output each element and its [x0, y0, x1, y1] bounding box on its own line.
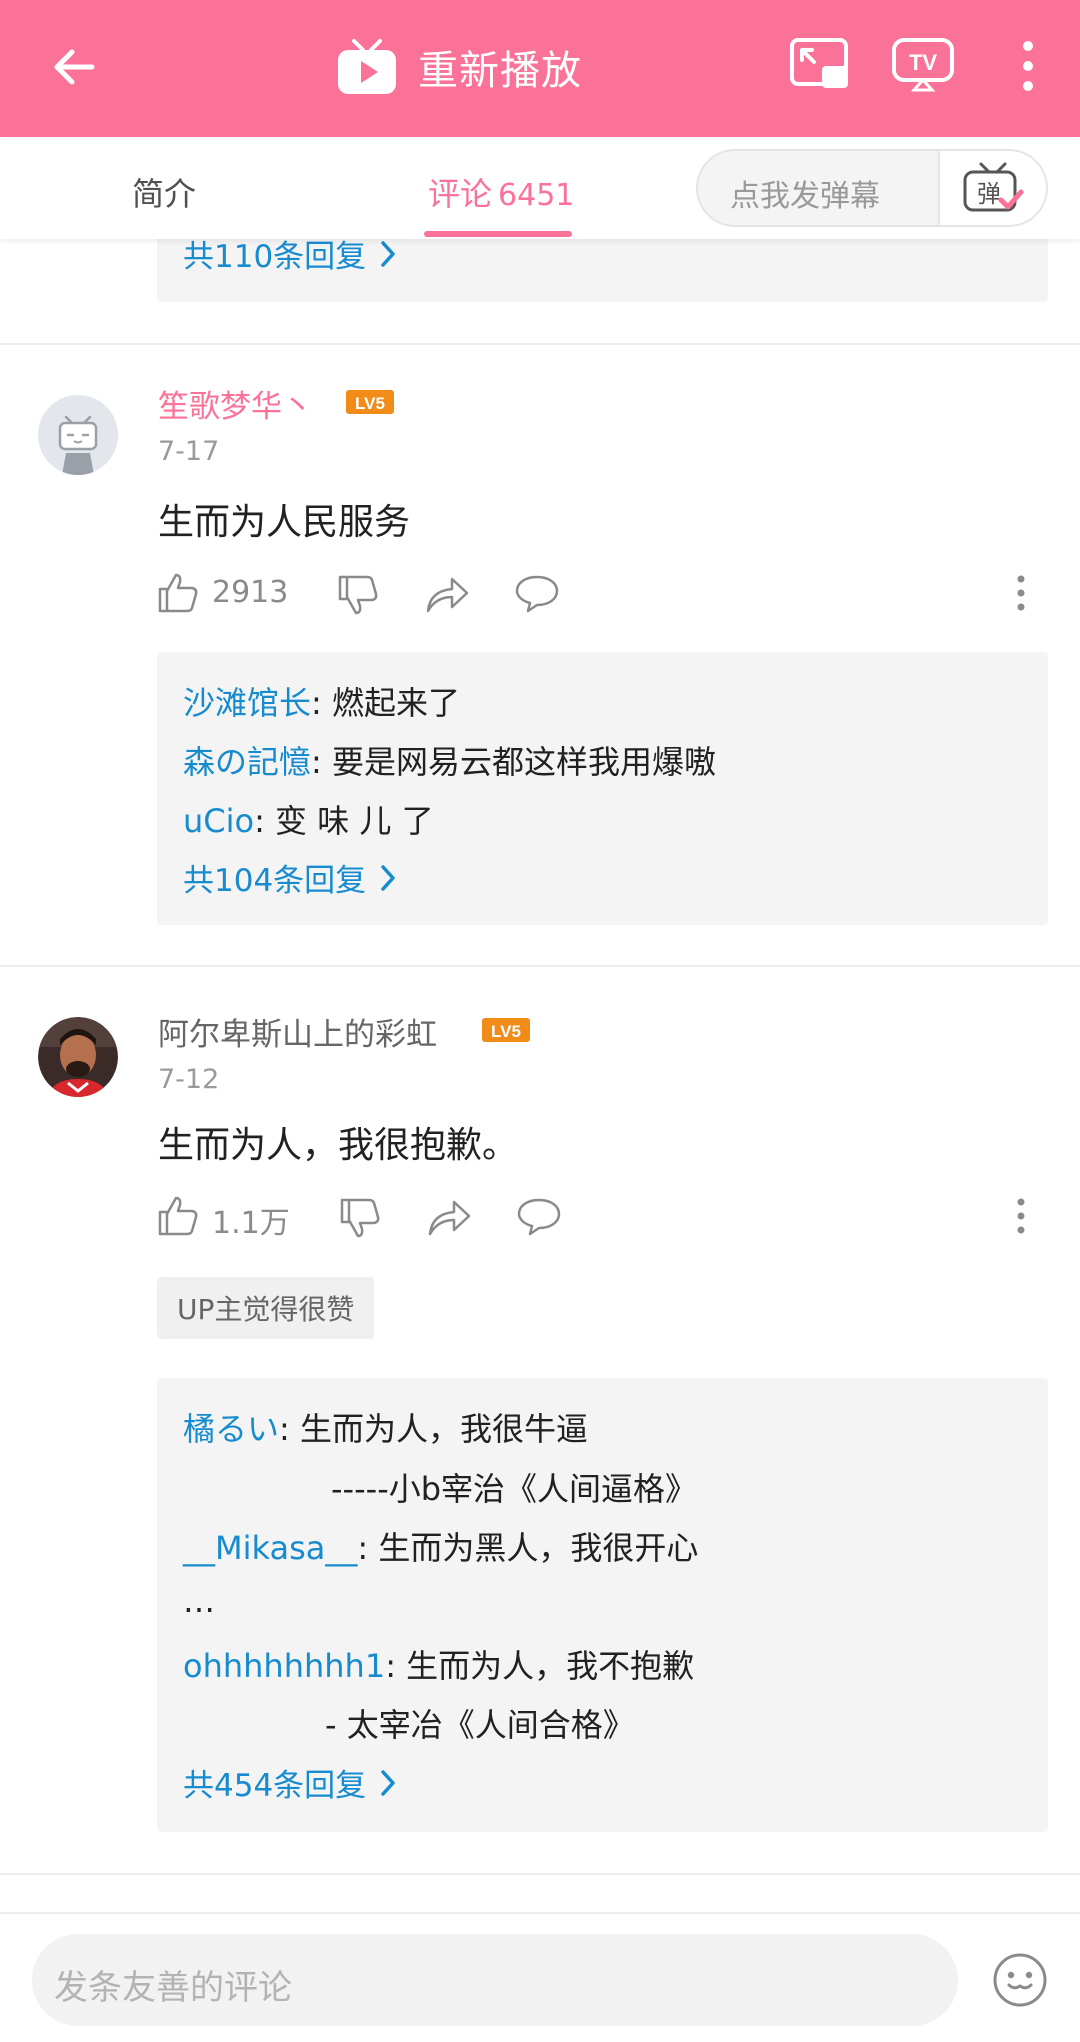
more-replies-link[interactable]: 共454条回复: [183, 1760, 396, 1805]
comment-username[interactable]: 笙歌梦华丶: [158, 381, 313, 426]
reply-bubble-icon[interactable]: [516, 1196, 562, 1238]
danmaku-input[interactable]: 点我发弹幕 弹: [696, 149, 1048, 227]
level-badge-icon: LV5: [482, 1018, 530, 1042]
tab-comments-count: 6451: [498, 178, 575, 213]
comment-input-placeholder: 发条友善的评论: [54, 1968, 292, 2008]
avatar[interactable]: [38, 395, 118, 475]
reply-item: -----小b宰治《人间逼格》: [331, 1464, 697, 1510]
comment-input[interactable]: 发条友善的评论: [32, 1934, 958, 2026]
dislike-icon[interactable]: [338, 1196, 382, 1240]
reply-text: : 生而为黑人，我很开心: [357, 1529, 699, 1567]
default-avatar-icon: [38, 395, 118, 475]
reply-preview-box[interactable]: 沙滩馆长: 燃起来了 森の記憶: 要是网易云都这样我用爆嗷 uCio: 变 味 …: [157, 652, 1048, 925]
like-count: 1.1万: [212, 1206, 290, 1241]
reply-text: …: [183, 1582, 215, 1620]
reply-username[interactable]: uCio: [183, 802, 254, 840]
comment-content[interactable]: 生而为人，我很抱歉。: [158, 1116, 518, 1168]
share-icon[interactable]: [426, 1196, 472, 1240]
reply-item: ohhhhhhhh1: 生而为人，我不抱歉: [183, 1641, 694, 1687]
reply-item: 橘るい: 生而为人，我很牛逼: [183, 1404, 588, 1450]
emoji-icon[interactable]: [992, 1952, 1048, 2008]
comment-date: 7-17: [158, 436, 220, 467]
comment-date: 7-12: [158, 1064, 220, 1095]
picture-in-picture-icon[interactable]: [790, 38, 850, 90]
divider: [0, 343, 1080, 345]
reply-text: : 变 味 儿 了: [254, 802, 434, 840]
like-icon[interactable]: [156, 571, 200, 615]
more-replies-text: 共454条回复: [183, 1768, 367, 1804]
top-app-bar: 重新播放 TV: [0, 0, 1080, 137]
comment-username[interactable]: 阿尔卑斯山上的彩虹: [158, 1009, 437, 1054]
chevron-right-icon: [381, 240, 395, 267]
svg-text:弹: 弹: [977, 180, 1001, 208]
tab-comments[interactable]: 评论 6451: [428, 169, 574, 215]
replay-button[interactable]: 重新播放: [336, 34, 582, 100]
reply-username[interactable]: ohhhhhhhh1: [183, 1647, 385, 1685]
like-count: 2913: [212, 575, 289, 610]
tab-active-indicator: [424, 231, 572, 237]
danmaku-placeholder: 点我发弹幕: [730, 179, 880, 214]
svg-text:TV: TV: [909, 50, 937, 75]
tv-cast-icon[interactable]: TV: [892, 38, 954, 92]
tab-bar: 简介 评论 6451 点我发弹幕 弹: [0, 137, 1080, 239]
more-replies-link[interactable]: 共104条回复: [183, 855, 396, 900]
reply-text: : 燃起来了: [311, 684, 460, 722]
svg-text:LV5: LV5: [355, 394, 385, 413]
divider: [0, 965, 1080, 967]
danmaku-button[interactable]: 弹: [938, 151, 1046, 225]
level-badge-icon: LV5: [346, 390, 394, 414]
reply-username[interactable]: 森の記憶: [183, 743, 311, 781]
reply-item: __Mikasa__: 生而为黑人，我很开心: [183, 1523, 698, 1569]
reply-preview-box[interactable]: 共110条回复: [157, 229, 1048, 302]
reply-item: uCio: 变 味 儿 了: [183, 796, 434, 842]
reply-username[interactable]: 橘るい: [183, 1410, 279, 1448]
share-icon[interactable]: [424, 573, 470, 617]
divider: [0, 1873, 1080, 1875]
more-replies-text: 共104条回复: [183, 863, 367, 899]
back-arrow-icon[interactable]: [48, 40, 102, 94]
tab-comments-label: 评论: [428, 175, 493, 213]
reply-preview-box[interactable]: 橘るい: 生而为人，我很牛逼 -----小b宰治《人间逼格》 __Mikasa_…: [157, 1378, 1048, 1832]
comment-more-icon[interactable]: [1012, 571, 1030, 615]
reply-item: …: [183, 1582, 215, 1620]
chevron-right-icon: [381, 864, 395, 891]
comment-composer: 发条友善的评论: [0, 1912, 1080, 2042]
reply-text: : 生而为人，我不抱歉: [385, 1647, 695, 1685]
up-liked-badge: UP主觉得很赞: [157, 1277, 375, 1339]
user-photo-avatar: [38, 1017, 118, 1097]
reply-text: -----小b宰治《人间逼格》: [331, 1470, 698, 1508]
like-icon[interactable]: [156, 1194, 200, 1238]
reply-text: - 太宰冶《人间合格》: [325, 1706, 635, 1744]
reply-item: 森の記憶: 要是网易云都这样我用爆嗷: [183, 737, 716, 783]
dislike-icon[interactable]: [336, 573, 380, 617]
tv-play-icon: [338, 39, 396, 94]
comment-content[interactable]: 生而为人民服务: [158, 493, 410, 545]
comment-more-icon[interactable]: [1012, 1194, 1030, 1238]
tab-intro[interactable]: 简介: [132, 169, 196, 215]
svg-text:LV5: LV5: [491, 1022, 521, 1041]
replay-title: 重新播放: [418, 48, 582, 94]
reply-bubble-icon[interactable]: [514, 573, 560, 615]
reply-item: - 太宰冶《人间合格》: [325, 1700, 635, 1746]
avatar[interactable]: [38, 1017, 118, 1097]
reply-username[interactable]: 沙滩馆长: [183, 684, 311, 722]
reply-text: : 生而为人，我很牛逼: [279, 1410, 588, 1448]
reply-item: 沙滩馆长: 燃起来了: [183, 678, 460, 724]
chevron-right-icon: [381, 1769, 395, 1796]
reply-username[interactable]: __Mikasa__: [183, 1529, 357, 1567]
reply-text: : 要是网易云都这样我用爆嗷: [311, 743, 716, 781]
danmaku-tv-icon: 弹: [963, 162, 1024, 212]
more-vertical-icon[interactable]: [1010, 38, 1046, 94]
